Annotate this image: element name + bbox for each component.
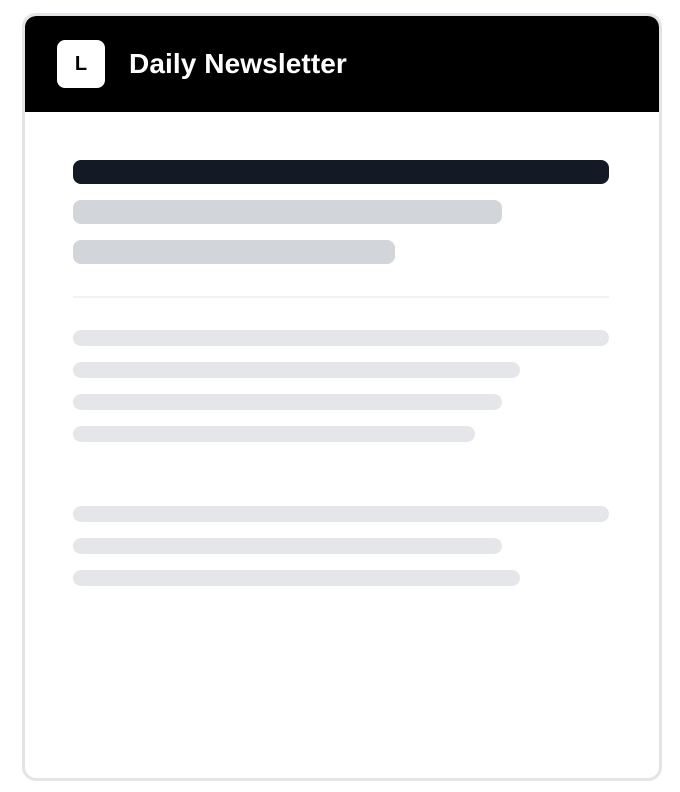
subheading-placeholder-1 bbox=[73, 200, 502, 224]
subheading-placeholder-2 bbox=[73, 240, 395, 264]
text-line-placeholder bbox=[73, 570, 520, 586]
text-line-placeholder bbox=[73, 394, 502, 410]
logo-badge: L bbox=[57, 40, 105, 88]
newsletter-title: Daily Newsletter bbox=[129, 48, 347, 79]
newsletter-header: L Daily Newsletter bbox=[25, 16, 659, 112]
headline-placeholder bbox=[73, 160, 609, 184]
logo-letter: L bbox=[74, 52, 88, 75]
paragraph-placeholder-2 bbox=[73, 506, 611, 586]
text-line-placeholder bbox=[73, 330, 609, 346]
text-line-placeholder bbox=[73, 426, 475, 442]
text-line-placeholder bbox=[73, 506, 609, 522]
loading-content bbox=[25, 112, 659, 586]
content-divider bbox=[73, 296, 609, 298]
paragraph-placeholder-1 bbox=[73, 330, 611, 442]
text-line-placeholder bbox=[73, 362, 520, 378]
newsletter-card: L Daily Newsletter bbox=[22, 13, 662, 781]
text-line-placeholder bbox=[73, 538, 502, 554]
